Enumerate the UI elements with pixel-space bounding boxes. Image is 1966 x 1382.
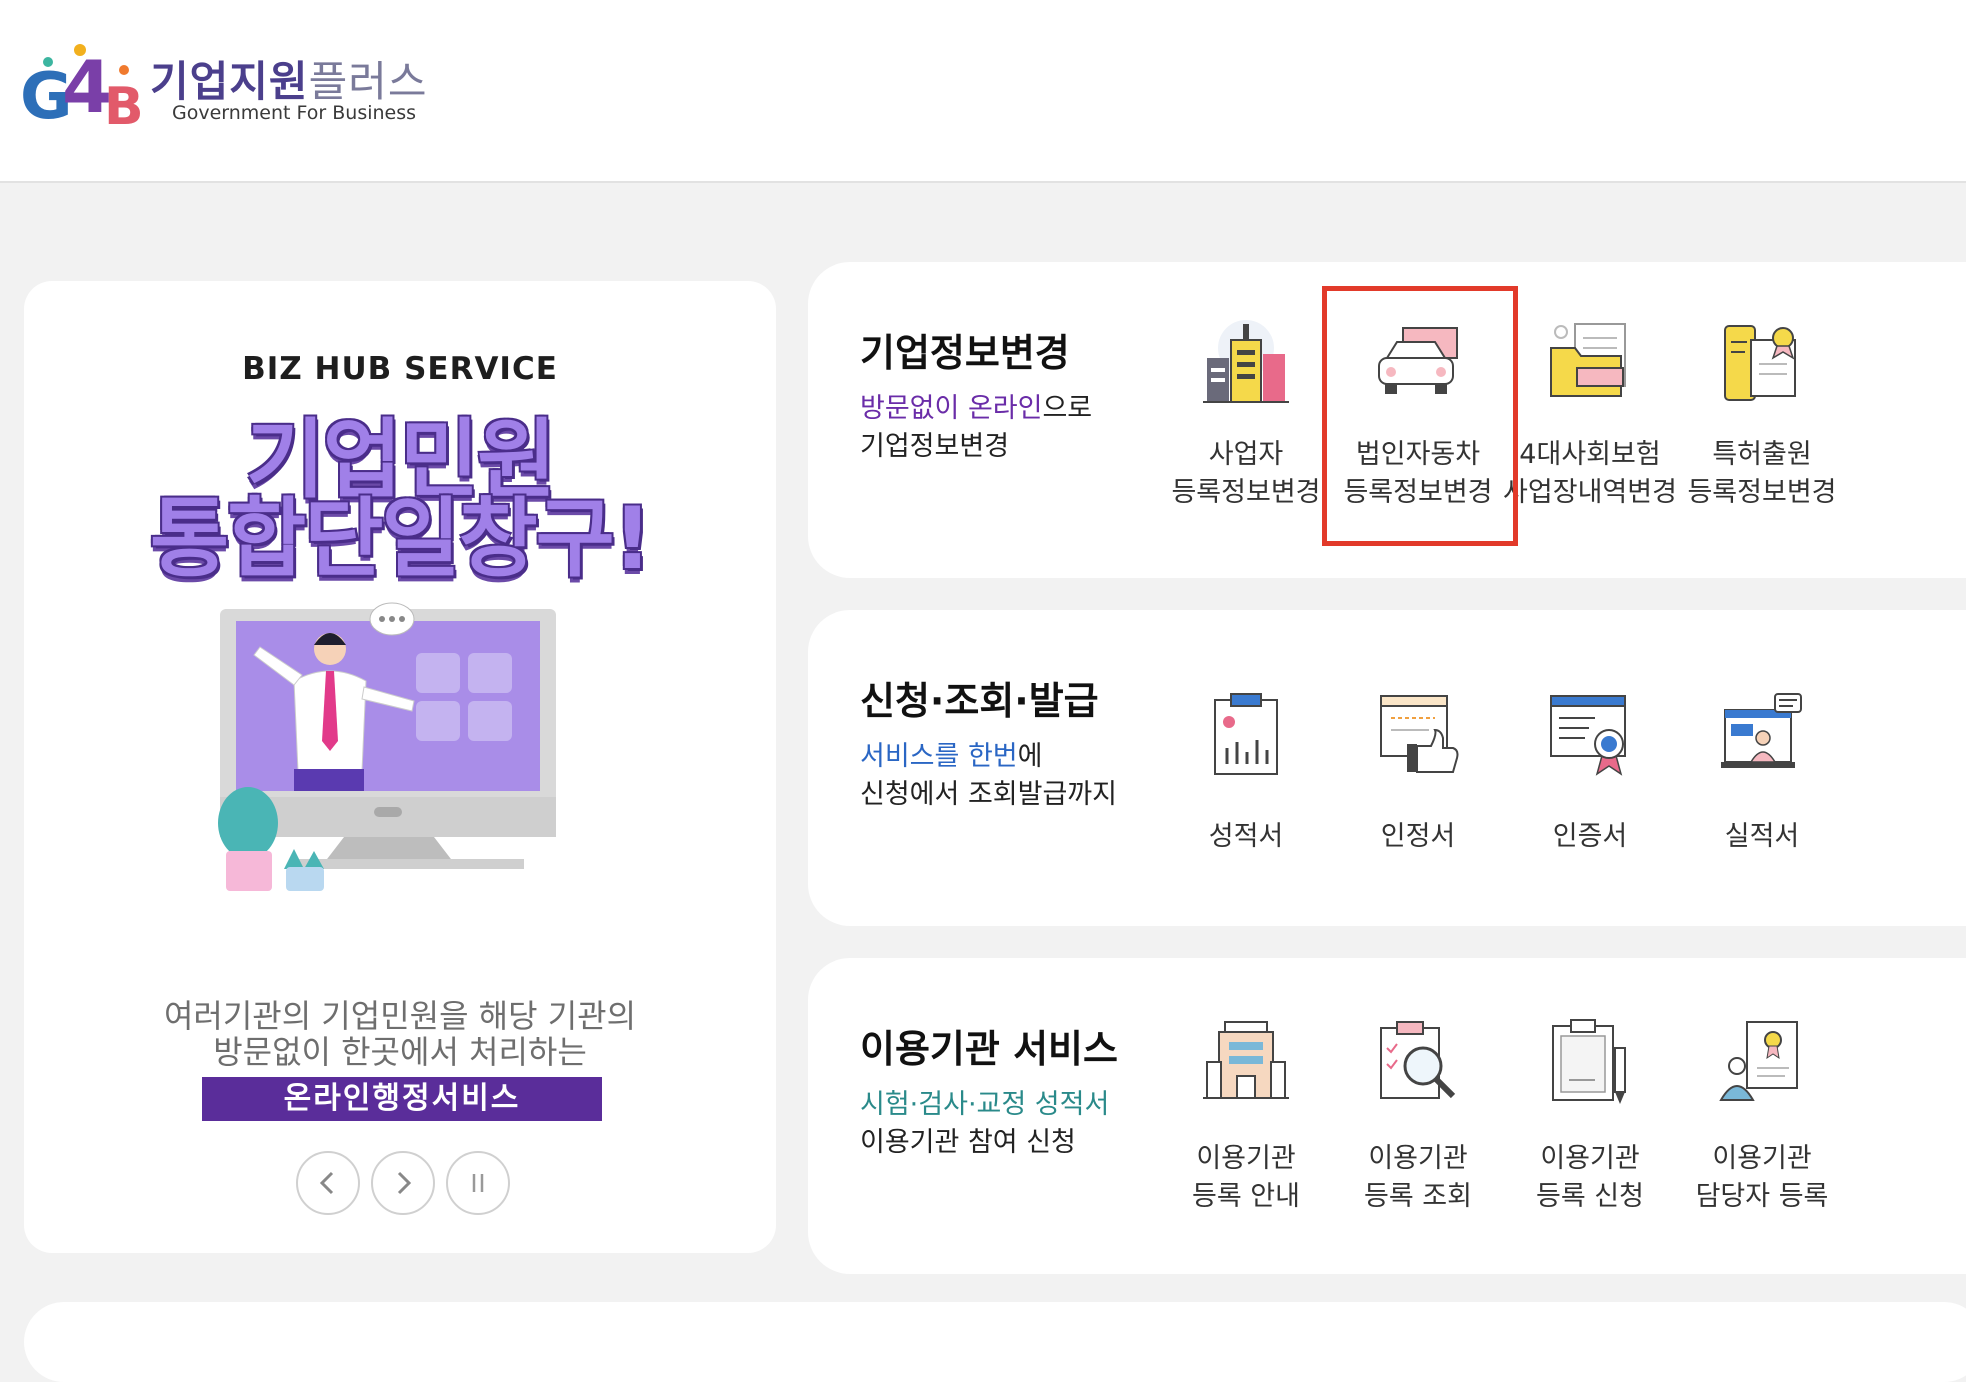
magnifier-clipboard-icon: [1380, 1021, 1456, 1099]
menu-item-recognition-certificate[interactable]: 인정서: [1332, 690, 1504, 852]
section-desc-rest: 에: [1017, 741, 1043, 772]
menu-item-label-line1: 이용기관: [1712, 1143, 1812, 1174]
svg-text:B: B: [104, 77, 144, 137]
menu-item-certification[interactable]: 인증서: [1504, 690, 1676, 852]
certified-badge-icon: [1550, 695, 1626, 776]
logo-subtitle: Government For Business: [172, 102, 417, 124]
section-desc-rest: 으로: [1042, 393, 1093, 424]
section-title: 기업정보변경: [860, 331, 1070, 375]
person-certificate-icon: [1719, 1021, 1798, 1101]
clipboard-pencil-icon: [1552, 1019, 1626, 1104]
menu-item-institution-registration-guide[interactable]: 이용기관 등록 안내: [1160, 1018, 1332, 1218]
banner-kicker: BIZ HUB SERVICE: [242, 351, 558, 387]
banner-desc-line1: 여러기관의 기업민원을 해당 기관의: [163, 997, 637, 1035]
section-desc: 방문없이 온라인으로: [860, 386, 1092, 425]
banner-pause-button[interactable]: [446, 1151, 510, 1215]
banner-title-line2: 통합단일창구!: [150, 489, 652, 589]
menu-item-institution-manager-registration[interactable]: 이용기관 담당자 등록: [1676, 1018, 1848, 1218]
bottom-section-card: [24, 1302, 1966, 1382]
section-apply-inquire-issue: 신청·조회·발급 서비스를 한번에 신청에서 조회발급까지 성적서 인정서 인증…: [808, 610, 1966, 926]
thumbs-up-certificate-icon: [1380, 695, 1459, 773]
online-service-badge: 온라인행정서비스: [202, 1077, 602, 1121]
monitor-presenter-illustration: [218, 602, 556, 891]
logo-title-light: 플러스: [308, 57, 428, 106]
site-logo[interactable]: G 4 B 기업지원플러스 Government For Business: [18, 40, 426, 140]
menu-item-social-insurance-change[interactable]: 4대사회보험 사업장내역변경: [1503, 318, 1677, 518]
banner-next-button[interactable]: [371, 1151, 435, 1215]
section-desc-line2: 기업정보변경: [860, 431, 1010, 462]
menu-item-institution-registration-inquiry[interactable]: 이용기관 등록 조회: [1332, 1018, 1504, 1218]
menu-item-test-report[interactable]: 성적서: [1160, 690, 1332, 852]
chevron-left-icon: [319, 1171, 334, 1195]
menu-item-patent-registration[interactable]: 특허출원 등록정보변경: [1676, 318, 1848, 518]
section-desc: 시험·검사·교정 성적서: [860, 1082, 1109, 1121]
report-chart-icon: [1214, 693, 1278, 775]
office-building-icon: [1203, 1021, 1289, 1099]
chevron-right-icon: [397, 1171, 412, 1195]
patent-document-icon: [1724, 325, 1796, 401]
menu-item-label-line2: 등록정보변경: [1687, 477, 1837, 508]
folder-icon: [1550, 323, 1626, 397]
g4b-logo-icon: G 4 B: [20, 44, 144, 137]
presentation-icon: [1721, 693, 1802, 768]
menu-item-institution-registration-apply[interactable]: 이용기관 등록 신청: [1504, 1018, 1676, 1218]
section-desc-highlight: 방문없이 온라인: [860, 393, 1043, 424]
selection-highlight-box: [1322, 286, 1518, 546]
menu-item-performance-report[interactable]: 실적서: [1676, 690, 1848, 852]
section-title: 이용기관 서비스: [860, 1027, 1118, 1071]
promo-banner[interactable]: BIZ HUB SERVICE 기업민원 통합단일창구! 여러기관의 기업민원을…: [24, 281, 776, 1253]
menu-item-label-line1: 실적서: [1724, 821, 1800, 852]
section-desc-line2: 이용기관 참여 신청: [860, 1127, 1076, 1158]
section-title: 신청·조회·발급: [860, 679, 1099, 723]
logo-title-bold: 기업지원: [150, 57, 309, 106]
menu-item-label-line2: 담당자 등록: [1695, 1181, 1829, 1212]
menu-item-label-line1: 특허출원: [1712, 439, 1812, 470]
pause-icon: [472, 1174, 484, 1192]
section-desc: 서비스를 한번에: [860, 734, 1042, 773]
banner-desc-line2: 방문없이 한곳에서 처리하는: [213, 1033, 587, 1071]
menu-item-business-registration[interactable]: 사업자 등록정보변경: [1160, 318, 1332, 518]
section-institution-service: 이용기관 서비스 시험·검사·교정 성적서 이용기관 참여 신청 이용기관 등록…: [808, 958, 1966, 1274]
section-desc-highlight: 시험·검사·교정 성적서: [860, 1089, 1110, 1120]
section-desc-line2: 신청에서 조회발급까지: [860, 779, 1117, 810]
site-header: G 4 B 기업지원플러스 Government For Business: [0, 0, 1966, 183]
logo-title: 기업지원플러스: [150, 48, 427, 109]
building-icon: [1203, 320, 1289, 403]
section-desc-highlight: 서비스를 한번: [860, 741, 1018, 772]
banner-prev-button[interactable]: [296, 1151, 360, 1215]
